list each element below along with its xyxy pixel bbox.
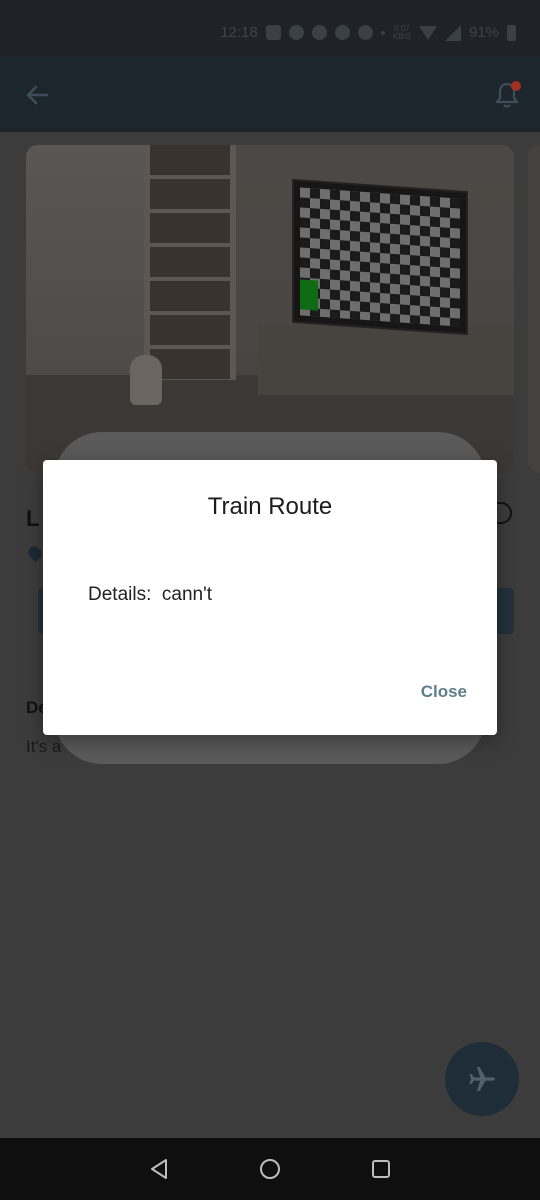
checkerboard-screen: [300, 187, 460, 327]
wifi-icon: [418, 25, 437, 40]
status-bar: 12:18 0.07 KB/S 91%: [0, 0, 540, 58]
notification-dot: [511, 81, 521, 91]
status-icons: 12:18 0.07 KB/S 91%: [220, 24, 516, 41]
airplane-icon: [469, 1067, 495, 1091]
back-button[interactable]: [22, 80, 52, 110]
notification-icon: [265, 25, 281, 40]
battery-icon: [507, 24, 516, 41]
arrow-left-icon: [26, 85, 49, 105]
nav-recents-button[interactable]: [367, 1155, 395, 1183]
listing-title: L: [26, 506, 40, 531]
location-pin-icon: [25, 543, 45, 563]
tv-cabinet-scene: [258, 325, 514, 395]
close-button[interactable]: Close: [421, 682, 467, 702]
tv-scene: [294, 180, 466, 334]
next-image-peek[interactable]: [528, 145, 540, 473]
nav-home-button[interactable]: [256, 1155, 284, 1183]
action-button-right[interactable]: [494, 588, 514, 634]
network-speed-unit: KB/S: [392, 31, 411, 41]
messenger-icon: [288, 25, 304, 40]
signal-icon: [444, 24, 461, 41]
listing-image[interactable]: [26, 145, 514, 473]
flight-fab[interactable]: [445, 1042, 519, 1116]
status-time: 12:18: [220, 24, 258, 41]
system-nav-bar: [0, 1138, 540, 1200]
train-route-dialog: Train Route Details: cann't Close: [43, 460, 497, 735]
home-circle-icon: [260, 1159, 280, 1179]
facebook-icon: [311, 25, 327, 40]
bookshelf-scene: [144, 145, 236, 380]
green-marker: [300, 279, 318, 311]
battery-percent: 91%: [468, 24, 499, 41]
cat-figure: [130, 355, 162, 405]
person-add-icon-2: [357, 25, 373, 40]
more-dot-icon: [380, 30, 385, 35]
nav-back-button[interactable]: [145, 1155, 173, 1183]
dialog-title: Train Route: [207, 493, 333, 520]
network-speed: 0.07 KB/S: [392, 24, 411, 41]
recents-square-icon: [372, 1160, 390, 1178]
back-triangle-icon: [151, 1159, 167, 1179]
description-text: It's a: [26, 737, 62, 756]
app-bar: [0, 58, 540, 132]
person-add-icon: [334, 25, 350, 40]
window-scene: [26, 145, 158, 390]
dialog-details: Details: cann't: [88, 584, 213, 605]
